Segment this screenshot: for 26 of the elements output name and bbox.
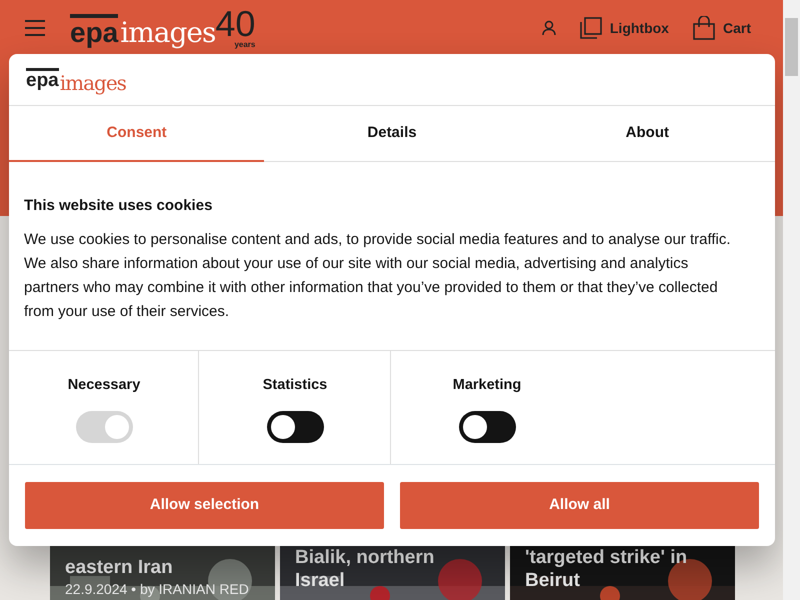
tab[interactable]: Consent <box>9 106 264 162</box>
stacked-squares-icon <box>580 17 602 39</box>
caption: 22.9.2024 • by IRANIAN RED <box>65 580 250 599</box>
scrollbar[interactable] <box>783 0 800 600</box>
shopping-bag-icon <box>692 16 715 40</box>
logo-number: 40 <box>215 6 256 42</box>
toggle-switch[interactable] <box>266 410 324 443</box>
logo-text: images <box>60 70 126 97</box>
toggle-label: Necessary <box>68 376 140 395</box>
consent-button[interactable]: Allow selection <box>25 482 384 529</box>
consent-button[interactable]: Allow all <box>400 482 759 529</box>
logo-text: images <box>120 18 216 50</box>
menu-icon[interactable] <box>24 20 46 36</box>
logo-caption: years <box>234 41 256 50</box>
cart-link[interactable]: Cart <box>692 16 751 40</box>
dialog-heading: This website uses cookies <box>24 196 214 216</box>
consent-text: We use cookies to personalise content and ads, to provide social media features and to analyse our traffic. We also share information about your use of our site with our social media, advertising and analytics partners who may combine it with other information that you’ve provided to them or that they’ve collected from your use of their services. <box>24 230 732 322</box>
logo-text: epa <box>26 68 59 92</box>
user-icon[interactable] <box>542 20 556 36</box>
logo-text: epa <box>70 14 118 50</box>
tab[interactable]: About <box>520 106 775 162</box>
lightbox-link[interactable]: Lightbox <box>580 17 669 39</box>
toggle-label: Statistics <box>262 376 328 395</box>
headline[interactable]: eastern Iran <box>65 556 260 579</box>
toggle-label: Marketing <box>452 376 522 395</box>
toggle-switch[interactable] <box>458 410 516 443</box>
